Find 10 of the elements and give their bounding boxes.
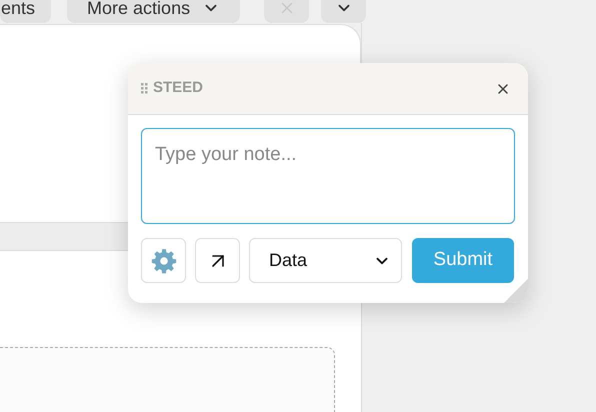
toolbar-button[interactable]: More actions	[67, 0, 240, 23]
toolbar-button[interactable]: ents	[0, 0, 52, 23]
popup-title: STEED	[153, 78, 204, 98]
gear-icon	[150, 248, 176, 274]
category-select[interactable]: Data	[249, 238, 402, 283]
dropdown-button[interactable]	[321, 0, 366, 23]
drag-handle-icon	[141, 83, 148, 94]
note-field[interactable]: Type your note...	[141, 128, 515, 224]
open-external-button[interactable]	[195, 238, 240, 283]
settings-button[interactable]	[141, 238, 186, 283]
